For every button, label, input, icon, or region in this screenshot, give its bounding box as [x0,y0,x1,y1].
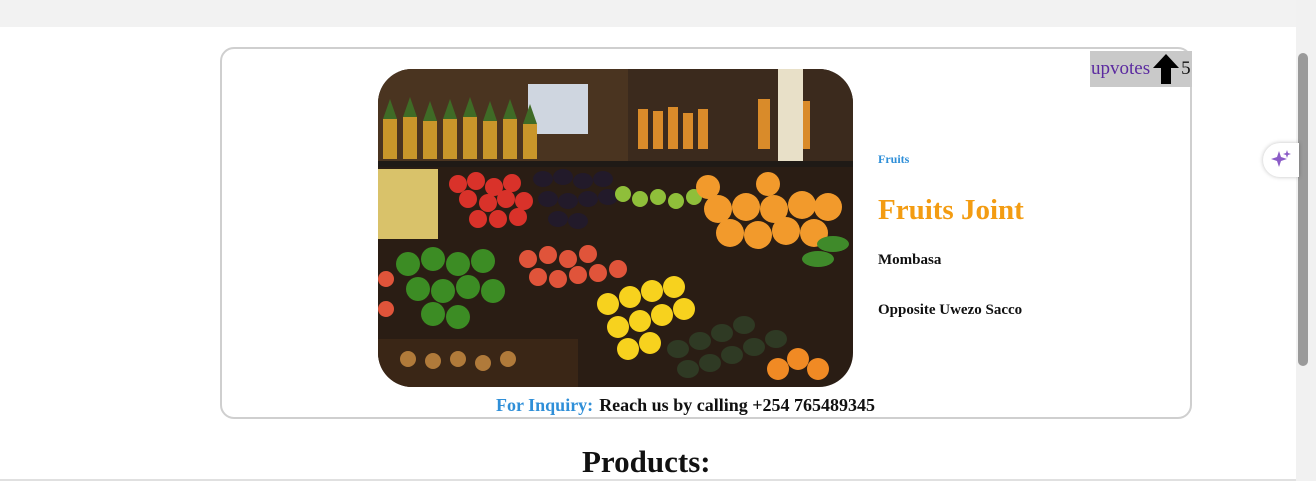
assistant-button[interactable] [1263,143,1299,177]
category-label: Fruits [878,152,910,166]
inquiry-text: Reach us by calling +254 765489345 [599,395,875,415]
upvote-button[interactable]: upvotes 5 [1090,51,1192,87]
arrow-up-icon [1153,54,1180,84]
inquiry-label: For Inquiry: [496,395,594,415]
products-heading: Products: [582,444,711,479]
listing-photo [378,69,853,387]
upvote-count: 5 [1181,58,1191,79]
scrollbar-thumb[interactable] [1298,53,1308,366]
inquiry-line: For Inquiry: Reach us by calling +254 765… [496,395,875,416]
top-strip [0,0,1296,27]
business-name: Fruits Joint [878,194,1024,226]
business-landmark: Opposite Uwezo Sacco [878,302,1023,318]
business-city: Mombasa [878,252,942,268]
upvote-label: upvotes [1091,58,1151,79]
sparkle-icon [1271,150,1291,167]
